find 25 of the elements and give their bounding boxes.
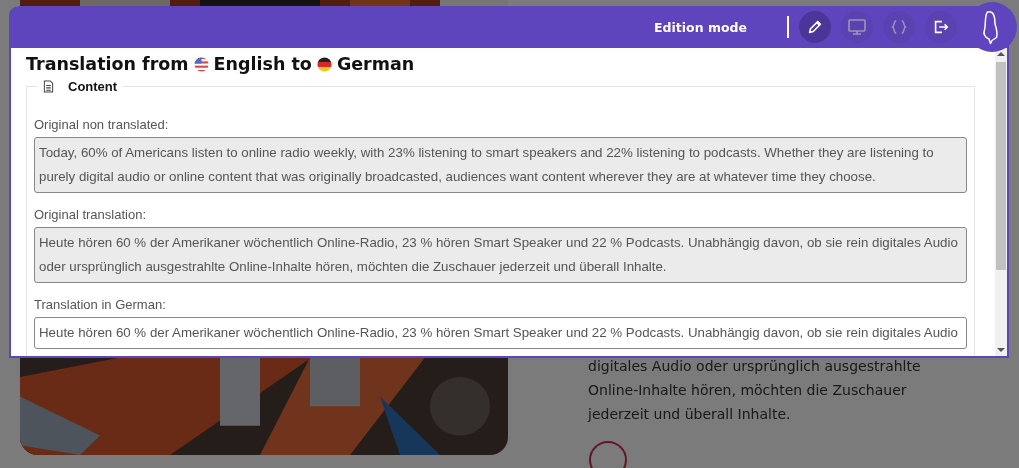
- text-area[interactable]: Heute hören 60 % der Amerikaner wöchentlich Online-Radio, 23 % hören Smart Speaker und 22 % Podcasts. Unabhängig davon, ob sie rein digitales Audio: [34, 317, 967, 349]
- mode-label: Edition mode: [654, 19, 747, 35]
- exit-button[interactable]: [925, 11, 957, 43]
- us-flag-icon: [193, 56, 209, 72]
- exit-icon: [932, 18, 950, 36]
- text-area[interactable]: Heute hören 60 % der Amerikaner wöchentlich Online-Radio, 23 % hören Smart Speaker und 22 % Podcasts. Unabhängig davon, ob sie rein digitales Audio oder ursprünglich ausgestrahlte Online-Inhalte hören, möchten die Zuschauer jederzeit und überall Inhalte.: [34, 227, 967, 283]
- pencil-button[interactable]: [799, 11, 831, 43]
- paragraph-line: digitales Audio oder ursprünglich ausgestrahlte: [588, 357, 921, 376]
- field-label: Original non translated:: [34, 117, 170, 132]
- field-label: Translation in German:: [34, 297, 167, 312]
- pencil-icon: [806, 18, 824, 36]
- dialog-title: Translation from English to German: [26, 54, 416, 74]
- paragraph-line: Online-Inhalte hören, möchten die Zuschauer: [588, 381, 908, 400]
- monitor-button[interactable]: [841, 11, 873, 43]
- scrollbar[interactable]: [995, 48, 1007, 356]
- braces-button[interactable]: [883, 11, 915, 43]
- ring-icon: [588, 440, 628, 468]
- german-flag-icon: [316, 56, 332, 72]
- braces-icon: [890, 18, 908, 36]
- field-label: Original translation:: [34, 207, 147, 222]
- monitor-icon: [847, 17, 867, 37]
- text-area[interactable]: Today, 60% of Americans listen to online radio weekly, with 23% listening to smart speakers and 22% listening to podcasts. Whether they are listening to purely digital audio or online content that was originally broadcasted, audiences want content wherever they are at whatever time they choose.: [34, 137, 967, 193]
- section-title: Content: [68, 78, 118, 94]
- paragraph-line: jederzeit und überall Inhalte.: [588, 405, 792, 424]
- document-icon: [43, 79, 54, 93]
